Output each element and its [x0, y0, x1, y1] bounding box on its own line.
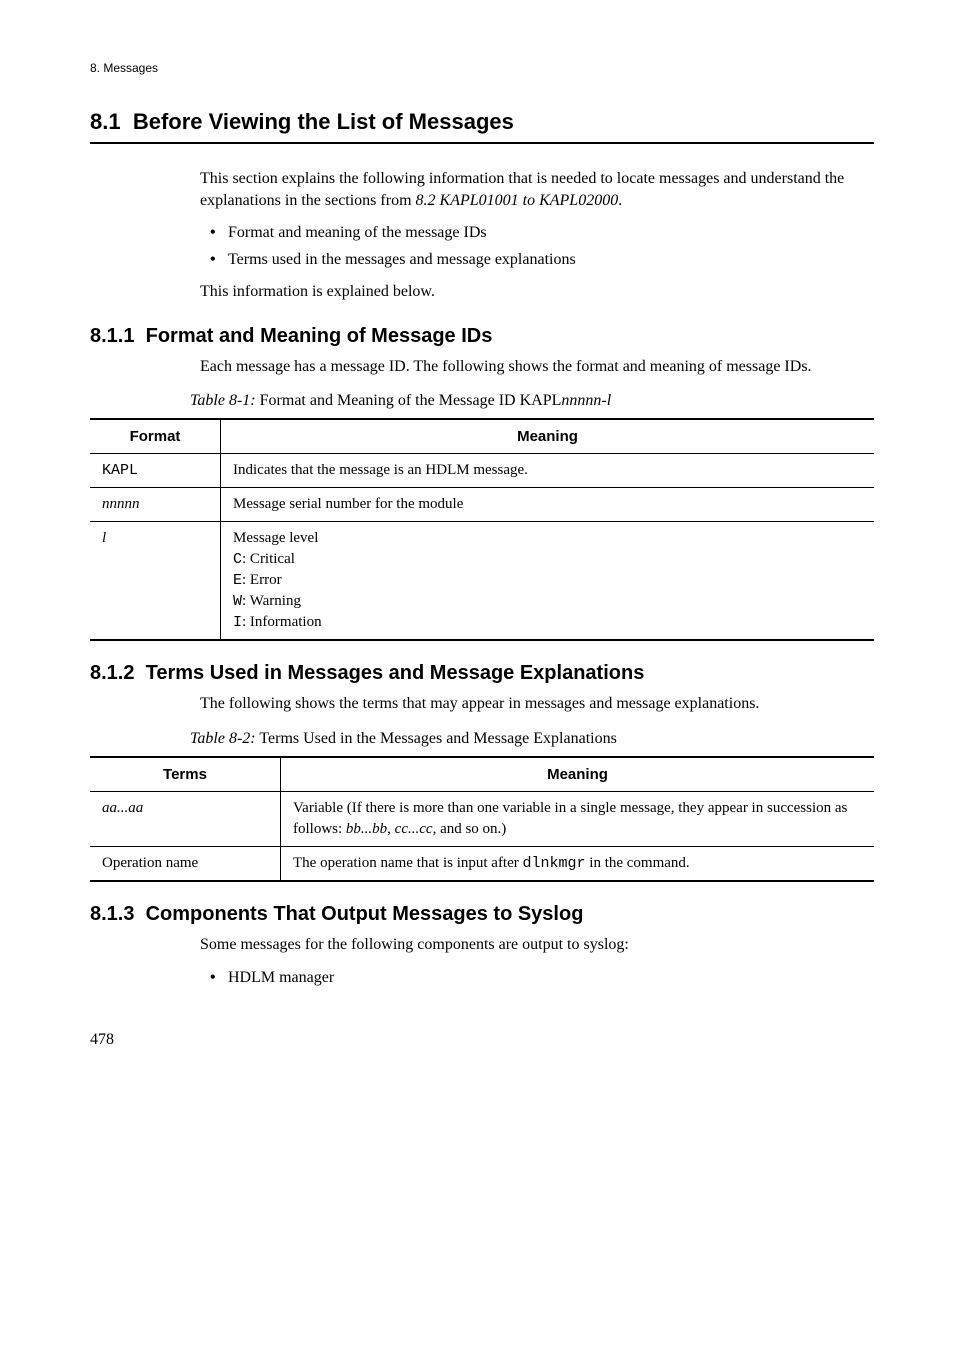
meaning-italic-2: cc...cc	[395, 821, 433, 837]
table-2-caption: Table 8-2: Terms Used in the Messages an…	[190, 728, 874, 750]
table-row: KAPL Indicates that the message is an HD…	[90, 454, 874, 488]
sub2-paragraph: The following shows the terms that may a…	[200, 693, 874, 715]
level-text: : Error	[242, 572, 282, 588]
list-item: Terms used in the messages and message e…	[228, 249, 874, 271]
table-1-caption-italic: nnnnn-l	[561, 392, 611, 409]
page-number: 478	[90, 1029, 874, 1051]
meaning-italic: bb...bb	[346, 821, 387, 837]
level-code: E	[233, 572, 242, 589]
section-rule	[90, 142, 874, 144]
sub3-paragraph: Some messages for the following componen…	[200, 934, 874, 956]
table-2-header-terms: Terms	[90, 757, 281, 792]
subsection-title-text: Format and Meaning of Message IDs	[146, 325, 493, 347]
level-code: I	[233, 614, 242, 631]
meaning-post: in the command.	[586, 855, 690, 871]
table-1-header-meaning: Meaning	[221, 419, 875, 454]
level-code: C	[233, 551, 242, 568]
subsection-number: 8.1.2	[90, 662, 134, 684]
subsection-number: 8.1.3	[90, 903, 134, 925]
section-title: 8.1 Before Viewing the List of Messages	[90, 107, 874, 138]
format-cell: l	[102, 530, 106, 546]
format-cell: nnnnn	[102, 496, 140, 512]
subsection-title: 8.1.1 Format and Meaning of Message IDs	[90, 322, 874, 350]
meaning-label: Message level	[233, 530, 318, 546]
subsection-number: 8.1.1	[90, 325, 134, 347]
table-2-header-meaning: Meaning	[281, 757, 875, 792]
intro-p1-suffix: .	[618, 192, 622, 209]
meaning-post: , and so on.)	[433, 821, 507, 837]
term-cell: aa...aa	[102, 800, 143, 816]
meaning-mid: ,	[387, 821, 395, 837]
meaning-cell: Variable (If there is more than one vari…	[281, 792, 875, 847]
table-1-header-format: Format	[90, 419, 221, 454]
table-1-caption-prefix: Table 8-1:	[190, 392, 256, 409]
table-2-caption-text: Terms Used in the Messages and Message E…	[256, 730, 617, 747]
level-text: : Information	[242, 614, 322, 630]
table-1-caption: Table 8-1: Format and Meaning of the Mes…	[190, 390, 874, 412]
meaning-mono: dlnkmgr	[523, 855, 586, 872]
list-item: HDLM manager	[228, 967, 874, 989]
intro-p1-italic: 8.2 KAPL01001 to KAPL02000	[416, 192, 619, 209]
sub3-bullet-list: HDLM manager	[200, 967, 874, 989]
sub1-body: Each message has a message ID. The follo…	[200, 356, 874, 378]
sub3-body: Some messages for the following componen…	[200, 934, 874, 989]
table-1: Format Meaning KAPL Indicates that the m…	[90, 418, 874, 641]
intro-paragraph-1: This section explains the following info…	[200, 168, 874, 213]
level-text: : Warning	[242, 593, 301, 609]
table-1-caption-text: Format and Meaning of the Message ID KAP…	[256, 392, 562, 409]
table-row: nnnnn Message serial number for the modu…	[90, 488, 874, 522]
list-item: Format and meaning of the message IDs	[228, 222, 874, 244]
table-row: aa...aa Variable (If there is more than …	[90, 792, 874, 847]
subsection-title: 8.1.2 Terms Used in Messages and Message…	[90, 659, 874, 687]
intro-bullet-list: Format and meaning of the message IDs Te…	[200, 222, 874, 271]
subsection-title-text: Components That Output Messages to Syslo…	[146, 903, 584, 925]
table-2-caption-prefix: Table 8-2:	[190, 730, 256, 747]
meaning-cell: The operation name that is input after d…	[281, 847, 875, 882]
running-header: 8. Messages	[90, 60, 874, 77]
section-title-text: Before Viewing the List of Messages	[133, 109, 514, 134]
meaning-cell: Message level C: Critical E: Error W: Wa…	[221, 522, 875, 641]
intro-paragraph-2: This information is explained below.	[200, 281, 874, 303]
table-row: Operation name The operation name that i…	[90, 847, 874, 882]
sub2-body: The following shows the terms that may a…	[200, 693, 874, 715]
intro-block: This section explains the following info…	[200, 168, 874, 304]
sub1-paragraph: Each message has a message ID. The follo…	[200, 356, 874, 378]
meaning-cell: Message serial number for the module	[221, 488, 875, 522]
subsection-title: 8.1.3 Components That Output Messages to…	[90, 900, 874, 928]
level-text: : Critical	[242, 551, 295, 567]
meaning-cell: Indicates that the message is an HDLM me…	[221, 454, 875, 488]
format-cell: KAPL	[102, 462, 138, 479]
table-row: l Message level C: Critical E: Error W: …	[90, 522, 874, 641]
level-code: W	[233, 593, 242, 610]
term-cell: Operation name	[90, 847, 281, 882]
subsection-title-text: Terms Used in Messages and Message Expla…	[146, 662, 645, 684]
section-number: 8.1	[90, 109, 121, 134]
meaning-pre: The operation name that is input after	[293, 855, 523, 871]
table-2: Terms Meaning aa...aa Variable (If there…	[90, 756, 874, 882]
